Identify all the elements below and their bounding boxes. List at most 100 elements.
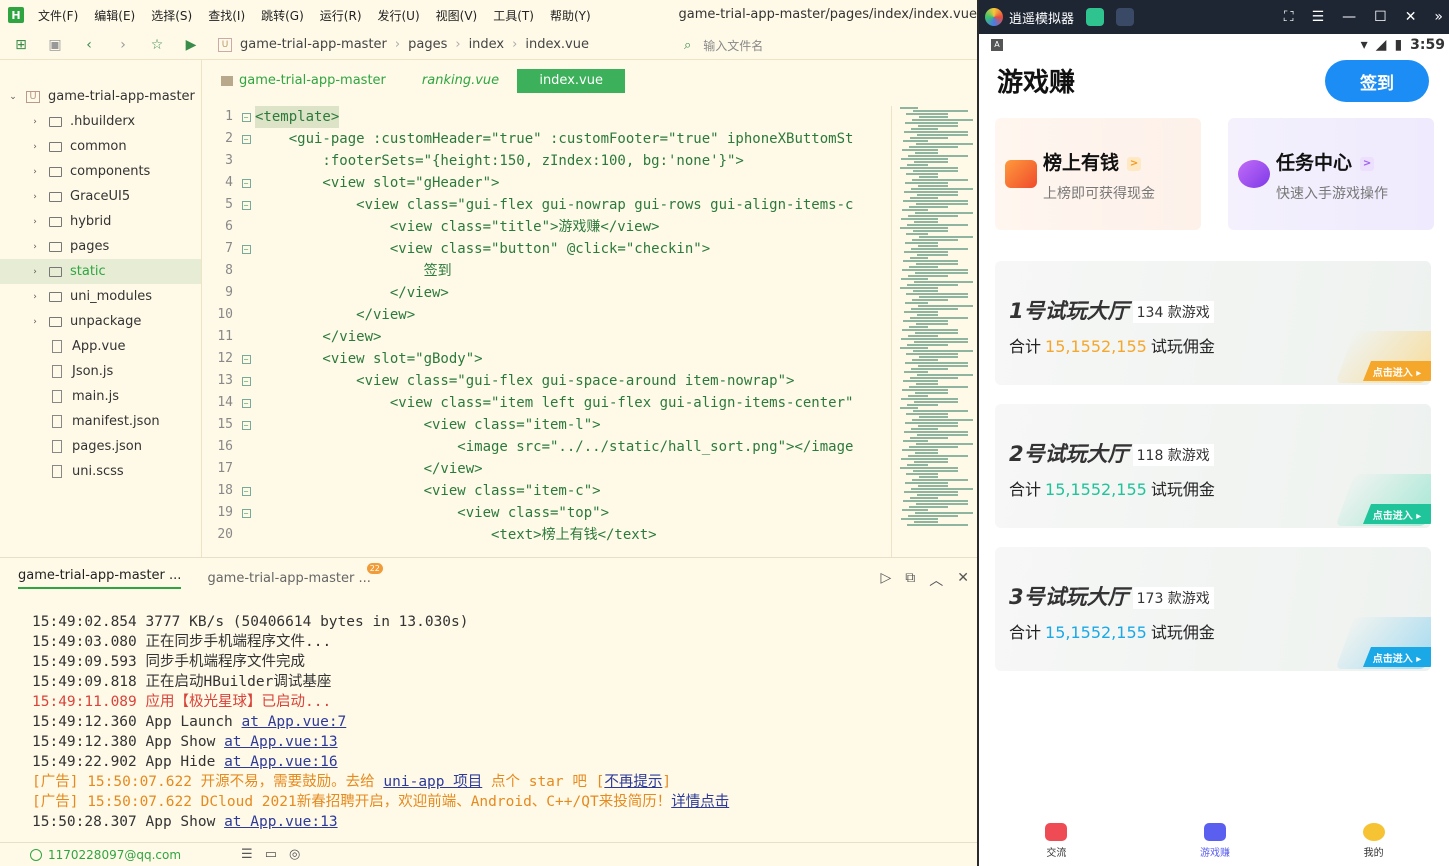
fold-toggle[interactable]: − <box>237 348 255 370</box>
console-tab-active[interactable]: game-trial-app-master ... <box>18 568 182 589</box>
tree-item[interactable]: › static <box>0 259 201 284</box>
chevron-right-icon[interactable]: › <box>28 117 42 127</box>
globe-icon[interactable]: ◎ <box>289 847 300 862</box>
minimize-icon[interactable]: — <box>1342 9 1356 25</box>
play-icon[interactable]: ▷ <box>880 570 891 590</box>
tab-project[interactable]: game-trial-app-master <box>203 69 404 93</box>
maximize-icon[interactable]: ☐ <box>1374 9 1387 25</box>
chevron-right-icon[interactable]: › <box>28 317 42 327</box>
hall-card[interactable]: 2号试玩大厅 118 款游戏 合计 15,1552,155 试玩佣金 点击进入 ▸ <box>995 404 1431 528</box>
enter-hall-button[interactable]: 点击进入 ▸ <box>1363 504 1431 524</box>
tabbar-item[interactable]: 游戏赚 <box>1200 823 1230 859</box>
save-icon[interactable]: ▣ <box>42 34 68 56</box>
tree-item[interactable]: › hybrid <box>0 209 201 234</box>
enter-hall-button[interactable]: 点击进入 ▸ <box>1363 361 1431 381</box>
console-link[interactable]: at App.vue:13 <box>224 814 338 830</box>
tree-item[interactable]: › .hbuilderx <box>0 109 201 134</box>
hall-card[interactable]: 1号试玩大厅 134 款游戏 合计 15,1552,155 试玩佣金 点击进入 ▸ <box>995 261 1431 385</box>
run-icon[interactable]: ▶ <box>178 34 204 56</box>
code-editor[interactable]: 1− <template> 2− <gui-page :customHeader="… <box>203 106 891 557</box>
console-link[interactable]: at App.vue:13 <box>224 734 338 750</box>
checkin-button[interactable]: 签到 <box>1325 60 1429 102</box>
chevron-right-icon[interactable]: › <box>28 142 42 152</box>
file-search[interactable]: ⌕ 输入文件名 <box>684 34 763 56</box>
menu-item[interactable]: 运行(R) <box>312 7 370 24</box>
emulator-home-tab-icon[interactable] <box>1086 8 1105 26</box>
forward-icon[interactable]: › <box>110 34 136 56</box>
tree-item[interactable]: ⌄ Ugame-trial-app-master <box>0 84 201 109</box>
fold-toggle[interactable]: − <box>237 480 255 502</box>
emulator-app-tab-icon[interactable] <box>1116 8 1135 26</box>
fold-toggle[interactable]: − <box>237 194 255 216</box>
console-link[interactable]: at App.vue:7 <box>242 714 347 730</box>
fold-toggle[interactable]: − <box>237 172 255 194</box>
fold-toggle[interactable]: − <box>237 106 255 128</box>
tabbar-item[interactable]: 我的 <box>1362 823 1385 859</box>
tree-item[interactable]: pages.json <box>0 434 201 459</box>
clear-icon[interactable]: ✕ <box>957 570 969 590</box>
collapse-icon[interactable]: ︿ <box>929 570 943 590</box>
menu-item[interactable]: 视图(V) <box>428 7 486 24</box>
sidebar-toggle-icon[interactable]: » <box>1434 9 1443 25</box>
tab-ranking[interactable]: ranking.vue <box>404 69 517 93</box>
console-link[interactable]: 详情点击 <box>671 794 729 810</box>
fullscreen-icon[interactable]: ⛶ <box>1284 9 1294 25</box>
minimap[interactable] <box>891 106 973 557</box>
tree-item[interactable]: App.vue <box>0 334 201 359</box>
fold-toggle[interactable]: − <box>237 370 255 392</box>
export-icon[interactable]: ⧉ <box>905 570 915 590</box>
menu-item[interactable]: 工具(T) <box>485 7 542 24</box>
fold-toggle[interactable]: − <box>237 238 255 260</box>
enter-hall-button[interactable]: 点击进入 ▸ <box>1363 647 1431 667</box>
fold-toggle[interactable]: − <box>237 128 255 150</box>
menu-item[interactable]: 文件(F) <box>30 7 86 24</box>
hall-card[interactable]: 3号试玩大厅 173 款游戏 合计 15,1552,155 试玩佣金 点击进入 ▸ <box>995 547 1431 671</box>
chevron-right-icon[interactable]: › <box>28 242 42 252</box>
tree-item[interactable]: › components <box>0 159 201 184</box>
menu-icon[interactable]: ☰ <box>1312 9 1325 25</box>
tree-item[interactable]: manifest.json <box>0 409 201 434</box>
status-user[interactable]: 1170228097@qq.com <box>48 848 181 862</box>
chevron-right-icon[interactable]: › <box>28 192 42 202</box>
menu-item[interactable]: 编辑(E) <box>86 7 143 24</box>
chevron-right-icon[interactable]: › <box>28 167 42 177</box>
breadcrumb-item[interactable]: pages <box>408 37 447 52</box>
menu-item[interactable]: 查找(I) <box>200 7 253 24</box>
chevron-right-icon[interactable]: › <box>28 292 42 302</box>
chevron-right-icon[interactable]: › <box>28 217 42 227</box>
tree-item[interactable]: › unpackage <box>0 309 201 334</box>
console-link[interactable]: at App.vue:16 <box>224 754 338 770</box>
back-icon[interactable]: ‹ <box>76 34 102 56</box>
menu-item[interactable]: 选择(S) <box>143 7 200 24</box>
tree-item[interactable]: › uni_modules <box>0 284 201 309</box>
chevron-down-icon[interactable]: ⌄ <box>6 92 20 102</box>
tree-item[interactable]: Json.js <box>0 359 201 384</box>
close-icon[interactable]: ✕ <box>1405 9 1417 25</box>
new-file-icon[interactable]: ⊞ <box>8 34 34 56</box>
tree-item[interactable]: uni.scss <box>0 459 201 484</box>
fold-toggle[interactable]: − <box>237 502 255 524</box>
console-link[interactable]: uni-app 项目 <box>383 774 482 790</box>
tree-item[interactable]: main.js <box>0 384 201 409</box>
chevron-right-icon[interactable]: › <box>28 267 42 277</box>
breadcrumb-item[interactable]: index.vue <box>525 37 589 52</box>
breadcrumb-item[interactable]: index <box>469 37 505 52</box>
tree-item[interactable]: › GraceUI5 <box>0 184 201 209</box>
console-tab[interactable]: game-trial-app-master ... 22 <box>207 563 383 586</box>
tree-item[interactable]: › common <box>0 134 201 159</box>
fold-toggle[interactable]: − <box>237 414 255 436</box>
task-center-card[interactable]: 任务中心 > 快速入手游戏操作 <box>1228 118 1434 230</box>
terminal-icon[interactable]: ▭ <box>265 847 277 862</box>
menu-item[interactable]: 帮助(Y) <box>542 7 599 24</box>
menu-item[interactable]: 发行(U) <box>370 7 428 24</box>
star-icon[interactable]: ☆ <box>144 34 170 56</box>
ranking-card[interactable]: 榜上有钱 > 上榜即可获得现金 <box>995 118 1201 230</box>
fold-toggle[interactable]: − <box>237 392 255 414</box>
breadcrumb-item[interactable]: game-trial-app-master <box>240 37 387 52</box>
menu-item[interactable]: 跳转(G) <box>253 7 312 24</box>
tabbar-item[interactable]: 交流 <box>1045 823 1068 859</box>
tab-index[interactable]: index.vue <box>517 69 626 93</box>
tree-item[interactable]: › pages <box>0 234 201 259</box>
list-icon[interactable]: ☰ <box>241 847 253 862</box>
console-link[interactable]: 不再提示 <box>604 774 662 790</box>
